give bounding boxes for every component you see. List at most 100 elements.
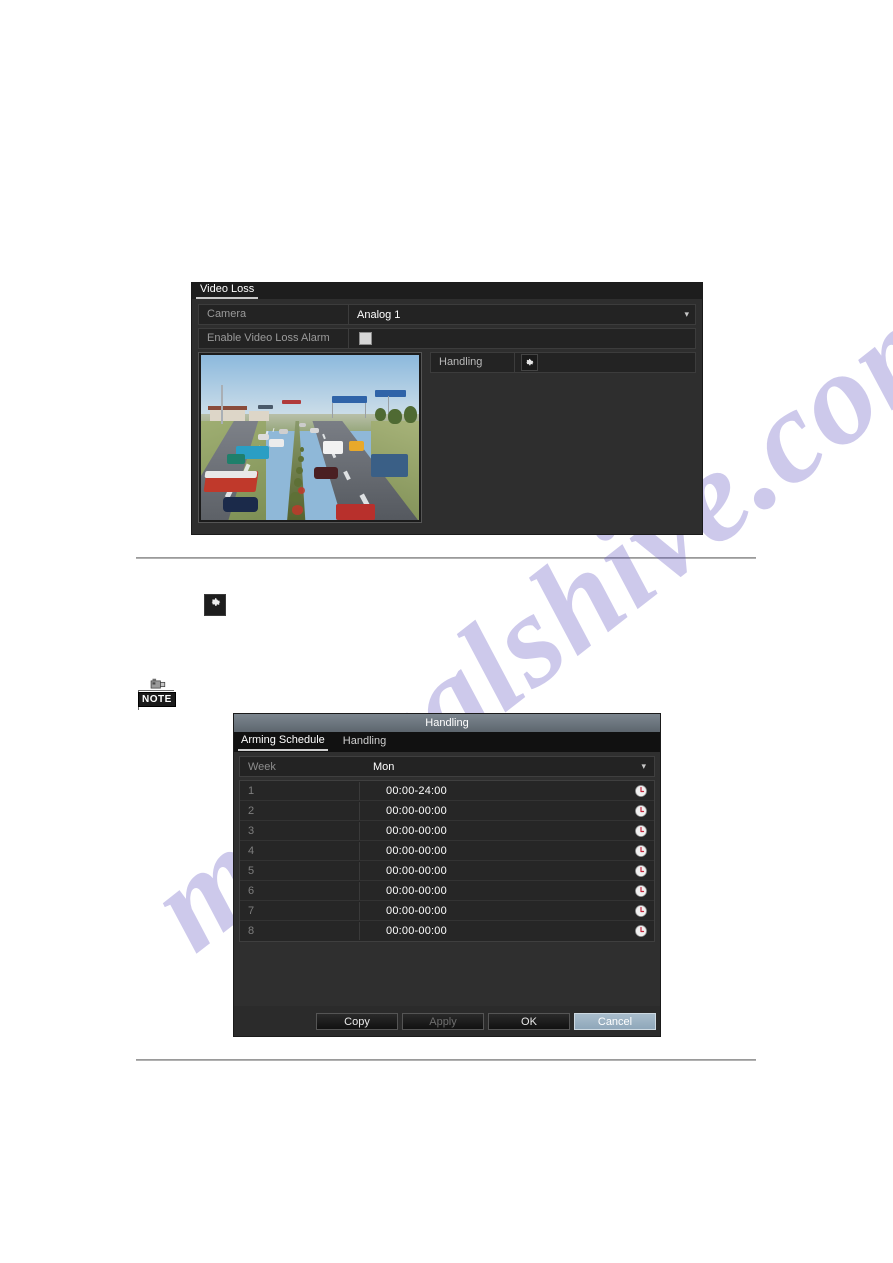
preview-vehicle-car: [310, 427, 319, 433]
preview-vehicle-car-dark: [222, 496, 258, 512]
inline-gear-figure: [204, 594, 226, 616]
handling-dialog: Handling Arming Schedule Handling Week M…: [234, 714, 660, 1036]
handling-dialog-title: Handling: [234, 714, 660, 732]
chevron-down-icon: ▾: [684, 309, 689, 319]
preview-vehicle-truck-green: [227, 454, 245, 464]
camera-label: Camera: [199, 305, 349, 324]
enable-video-loss-alarm-checkbox[interactable]: [359, 332, 372, 345]
page-divider-top: [136, 557, 756, 559]
table-row[interactable]: 2 00:00-00:00: [240, 801, 654, 821]
clock-icon[interactable]: [628, 804, 654, 817]
schedule-time[interactable]: 00:00-00:00: [360, 865, 628, 877]
schedule-time[interactable]: 00:00-00:00: [360, 805, 628, 817]
clock-icon[interactable]: [628, 784, 654, 797]
schedule-time[interactable]: 00:00-24:00: [360, 785, 628, 797]
camera-select[interactable]: Analog 1 ▾: [349, 309, 695, 321]
clock-icon[interactable]: [628, 844, 654, 857]
table-row[interactable]: 4 00:00-00:00: [240, 841, 654, 861]
clock-icon[interactable]: [628, 884, 654, 897]
schedule-time[interactable]: 00:00-00:00: [360, 845, 628, 857]
handling-dialog-tabbar: Arming Schedule Handling: [234, 732, 660, 752]
week-label: Week: [248, 760, 276, 773]
enable-video-loss-alarm-row: Enable Video Loss Alarm: [198, 328, 696, 349]
video-loss-body: Camera Analog 1 ▾ Enable Video Loss Alar…: [192, 299, 702, 529]
note-callout-icon: NOTE: [138, 678, 176, 712]
schedule-index: 2: [240, 801, 360, 820]
schedule-time[interactable]: 00:00-00:00: [360, 905, 628, 917]
schedule-index: 5: [240, 861, 360, 880]
apply-button[interactable]: Apply: [402, 1012, 484, 1030]
page-watermark: manualshive.com: [0, 0, 893, 1263]
handling-dialog-body: Week Mon ▾ 1 00:00-24:00 2 00:00-00:00 3…: [234, 752, 660, 1000]
copy-button[interactable]: Copy: [316, 1012, 398, 1030]
tab-handling[interactable]: Handling: [340, 734, 389, 750]
camera-preview-image: [201, 355, 419, 520]
page-divider-bottom: [136, 1059, 756, 1061]
week-select[interactable]: Mon ▾: [373, 761, 654, 773]
preview-median-bushes: [284, 446, 319, 520]
video-loss-right-pane: Handling: [430, 352, 696, 523]
video-loss-main: Handling: [198, 352, 696, 523]
tab-video-loss[interactable]: Video Loss: [196, 283, 259, 299]
schedule-index: 4: [240, 841, 360, 860]
table-row[interactable]: 3 00:00-00:00: [240, 821, 654, 841]
clock-icon[interactable]: [628, 824, 654, 837]
schedule-time[interactable]: 00:00-00:00: [360, 885, 628, 897]
clock-icon[interactable]: [628, 925, 654, 937]
preview-billboard: [281, 399, 302, 405]
preview-vehicle-car-maroon: [314, 467, 339, 479]
preview-vehicle-car: [279, 429, 289, 435]
week-row: Week Mon ▾: [239, 756, 655, 777]
preview-building: [248, 411, 269, 421]
cancel-button[interactable]: Cancel: [574, 1012, 656, 1030]
camera-row: Camera Analog 1 ▾: [198, 304, 696, 325]
table-row[interactable]: 5 00:00-00:00: [240, 861, 654, 881]
chevron-down-icon: ▾: [641, 761, 646, 771]
preview-vehicle-van-white: [268, 439, 284, 448]
clock-icon[interactable]: [628, 904, 654, 917]
preview-building-roof: [207, 406, 247, 411]
clock-icon[interactable]: [628, 864, 654, 877]
schedule-index: 3: [240, 821, 360, 840]
video-loss-tabbar: Video Loss: [192, 283, 702, 299]
schedule-time[interactable]: 00:00-00:00: [360, 925, 628, 937]
preview-vehicle-truck-yellow: [349, 440, 365, 451]
preview-building: [209, 409, 245, 421]
dialog-empty-space: [239, 942, 655, 1000]
schedule-time[interactable]: 00:00-00:00: [360, 825, 628, 837]
week-select-value: Mon: [373, 760, 395, 773]
note-camera-icon: [150, 678, 166, 689]
schedule-index: 1: [240, 781, 360, 800]
table-row[interactable]: 8 00:00-00:00: [240, 921, 654, 941]
tab-arming-schedule[interactable]: Arming Schedule: [238, 733, 328, 751]
schedule-index: 6: [240, 881, 360, 900]
handling-gear-cell: [515, 354, 538, 371]
table-row[interactable]: 1 00:00-24:00: [240, 781, 654, 801]
preview-road-sign: [375, 389, 406, 398]
schedule-index: 8: [240, 922, 360, 940]
note-label: NOTE: [138, 692, 176, 707]
gear-icon[interactable]: [521, 354, 538, 371]
preview-road-sign: [331, 396, 367, 403]
camera-preview-frame[interactable]: [198, 352, 422, 523]
ok-button[interactable]: OK: [488, 1012, 570, 1030]
preview-vehicle-car: [299, 422, 306, 427]
video-loss-panel: Video Loss Camera Analog 1 ▾ Enable Vide…: [192, 283, 702, 534]
handling-row: Handling: [430, 352, 696, 373]
preview-vehicle-truck-blue-large: [371, 454, 409, 478]
preview-vehicle-bus-white: [323, 440, 343, 454]
gear-icon: [209, 596, 222, 614]
enable-video-loss-alarm-value: [349, 332, 695, 345]
table-row[interactable]: 7 00:00-00:00: [240, 901, 654, 921]
handling-dialog-buttons: Copy Apply OK Cancel: [234, 1006, 660, 1036]
schedule-index: 7: [240, 901, 360, 920]
arming-schedule-list: 1 00:00-24:00 2 00:00-00:00 3 00:00-00:0…: [239, 780, 655, 942]
enable-video-loss-alarm-label: Enable Video Loss Alarm: [199, 329, 349, 348]
handling-label: Handling: [431, 353, 515, 372]
table-row[interactable]: 6 00:00-00:00: [240, 881, 654, 901]
preview-vehicle-car: [257, 434, 269, 440]
preview-billboard: [257, 404, 273, 409]
camera-select-value: Analog 1: [357, 308, 401, 321]
preview-vehicle-bus-stripe: [204, 470, 259, 478]
preview-vehicle-truck-red: [336, 503, 376, 520]
